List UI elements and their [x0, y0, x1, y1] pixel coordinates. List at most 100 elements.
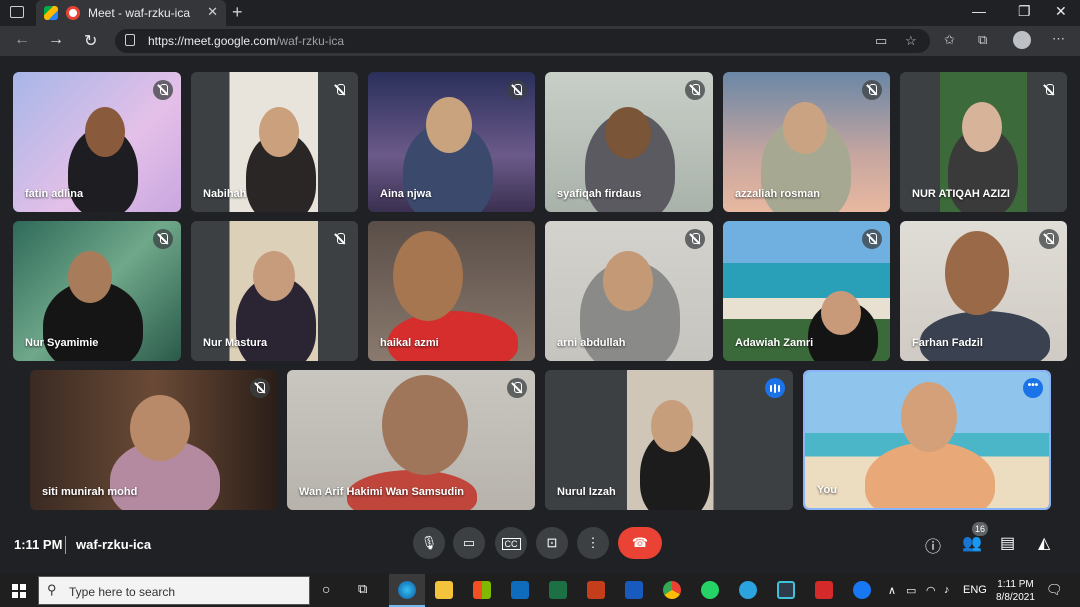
divider	[65, 536, 66, 554]
participant-name: Nur Syamimie	[25, 337, 99, 349]
participant-tile[interactable]: azzaliah rosman	[723, 72, 890, 212]
participant-tile[interactable]: Nabihah	[191, 72, 358, 212]
minimize-icon[interactable]: —	[972, 3, 986, 19]
mic-off-icon	[862, 229, 882, 249]
participant-tile[interactable]: siti munirah mohd	[30, 370, 278, 510]
chat-icon[interactable]: ▤	[1000, 533, 1015, 553]
battery-icon[interactable]: ▭	[906, 584, 916, 597]
present-screen-icon: ⊡	[546, 535, 558, 550]
reload-icon[interactable]: ↻	[84, 31, 97, 51]
file-explorer-icon[interactable]	[435, 581, 453, 599]
browser-toolbar: ← → ↻ https://meet.google.com/waf-rzku-i…	[0, 26, 1080, 56]
participant-tile[interactable]: Nur Mastura	[191, 221, 358, 361]
word-icon[interactable]	[625, 581, 643, 599]
taskbar-clock[interactable]: 1:11 PM 8/8/2021	[996, 578, 1035, 604]
back-icon[interactable]: ←	[14, 31, 30, 49]
maximize-icon[interactable]: ❐	[1018, 3, 1031, 20]
participant-name: Aina njwa	[380, 188, 432, 200]
participant-tile[interactable]: Nur Syamimie	[13, 221, 181, 361]
meeting-code: waf-rzku-ica	[76, 537, 152, 552]
mail-icon[interactable]	[511, 581, 529, 599]
wifi-icon[interactable]: ◠	[926, 584, 936, 597]
camera-in-use-icon[interactable]: ▭	[875, 33, 887, 49]
more-vert-icon: ⋮	[586, 535, 600, 550]
participant-name: haikal azmi	[380, 337, 439, 349]
captions-button[interactable]: CC	[495, 527, 527, 559]
participant-count-badge: 16	[972, 522, 988, 536]
notifications-icon[interactable]: 🗨	[1046, 582, 1063, 598]
participant-tile[interactable]: Adawiah Zamri	[723, 221, 890, 361]
taskbar-search-box[interactable]: ⚲ Type here to search	[38, 576, 310, 605]
people-icon[interactable]: 👥	[962, 533, 982, 553]
mic-off-icon	[507, 80, 527, 100]
participant-tile[interactable]: arni abdullah	[545, 221, 713, 361]
microphone-button[interactable]: 🎙	[413, 527, 445, 559]
participant-tile[interactable]: Nurul Izzah	[545, 370, 793, 510]
participant-tile[interactable]: fatin adlina	[13, 72, 181, 212]
participant-name: Nabihah	[203, 188, 247, 200]
new-tab-icon[interactable]: +	[232, 2, 243, 23]
more-options-icon[interactable]: •••	[1023, 378, 1043, 398]
participant-tile[interactable]: syafiqah firdaus	[545, 72, 713, 212]
favorites-icon[interactable]: ✩	[944, 32, 955, 48]
task-view-icon[interactable]: ⧉	[358, 581, 367, 597]
telegram-icon[interactable]	[739, 581, 757, 599]
language-indicator[interactable]: ENG	[963, 584, 987, 596]
search-icon: ⚲	[47, 582, 57, 597]
whatsapp-icon[interactable]	[701, 581, 719, 599]
meet-favicon-icon	[44, 6, 58, 20]
participant-name: Nurul Izzah	[557, 486, 616, 498]
participant-tile[interactable]: Aina njwa	[368, 72, 535, 212]
recording-indicator-icon	[66, 6, 80, 20]
speaking-indicator-icon	[765, 378, 785, 398]
participant-tile[interactable]: Wan Arif Hakimi Wan Samsudin	[287, 370, 535, 510]
window-close-icon[interactable]: ✕	[1055, 3, 1067, 20]
participant-tile[interactable]: Farhan Fadzil	[900, 221, 1067, 361]
excel-icon[interactable]	[549, 581, 567, 599]
meeting-time: 1:11 PM	[14, 537, 63, 552]
browser-tab-bar: Meet - waf-rzku-ica ✕ + — ❐ ✕	[0, 0, 1080, 26]
participant-name: Adawiah Zamri	[735, 337, 814, 349]
app-icon[interactable]	[777, 581, 795, 599]
address-bar[interactable]: https://meet.google.com/waf-rzku-ica ▭ ☆	[115, 29, 930, 53]
tab-close-icon[interactable]: ✕	[207, 4, 218, 20]
lock-icon[interactable]	[125, 34, 135, 46]
mic-off-icon	[685, 80, 705, 100]
camera-button[interactable]: ▭	[453, 527, 485, 559]
mic-off-icon	[330, 229, 350, 249]
mic-off-icon	[862, 80, 882, 100]
more-options-button[interactable]: ⋮	[577, 527, 609, 559]
tab-actions-icon[interactable]	[10, 6, 24, 18]
forward-icon[interactable]: →	[48, 31, 64, 49]
activities-icon[interactable]: ◭	[1038, 533, 1050, 553]
cortana-icon[interactable]: ○	[322, 581, 330, 597]
chevron-up-icon[interactable]: ∧	[888, 584, 896, 597]
microphone-icon: 🎙	[420, 535, 438, 550]
captions-icon: CC	[501, 538, 521, 550]
leave-call-button[interactable]: ☎	[618, 527, 662, 559]
profile-avatar[interactable]	[1013, 31, 1031, 49]
mic-off-icon	[250, 378, 270, 398]
participant-name: Nur Mastura	[203, 337, 268, 349]
participant-tile[interactable]: NUR ATIQAH AZIZI	[900, 72, 1067, 212]
volume-icon[interactable]: ♪	[944, 584, 950, 596]
windows-start-icon[interactable]	[12, 584, 26, 598]
edge-icon[interactable]	[398, 581, 416, 599]
participant-tile[interactable]: haikal azmi	[368, 221, 535, 361]
more-icon[interactable]: ⋯	[1052, 31, 1065, 47]
participant-name: Farhan Fadzil	[912, 337, 983, 349]
participant-video	[805, 372, 1049, 508]
chrome-icon[interactable]	[663, 581, 681, 599]
facebook-icon[interactable]	[853, 581, 871, 599]
clock-date: 8/8/2021	[996, 592, 1035, 603]
participant-name: azzaliah rosman	[735, 188, 820, 200]
present-button[interactable]: ⊡	[536, 527, 568, 559]
powerpoint-icon[interactable]	[587, 581, 605, 599]
meeting-details-icon[interactable]: ⓘ	[925, 533, 941, 557]
browser-tab[interactable]: Meet - waf-rzku-ica ✕	[36, 0, 226, 26]
microsoft-store-icon[interactable]	[473, 581, 491, 599]
collections-icon[interactable]: ⧉	[978, 32, 987, 48]
pdf-reader-icon[interactable]	[815, 581, 833, 599]
self-view-tile[interactable]: ••• You	[803, 370, 1051, 510]
favorite-icon[interactable]: ☆	[905, 33, 917, 49]
